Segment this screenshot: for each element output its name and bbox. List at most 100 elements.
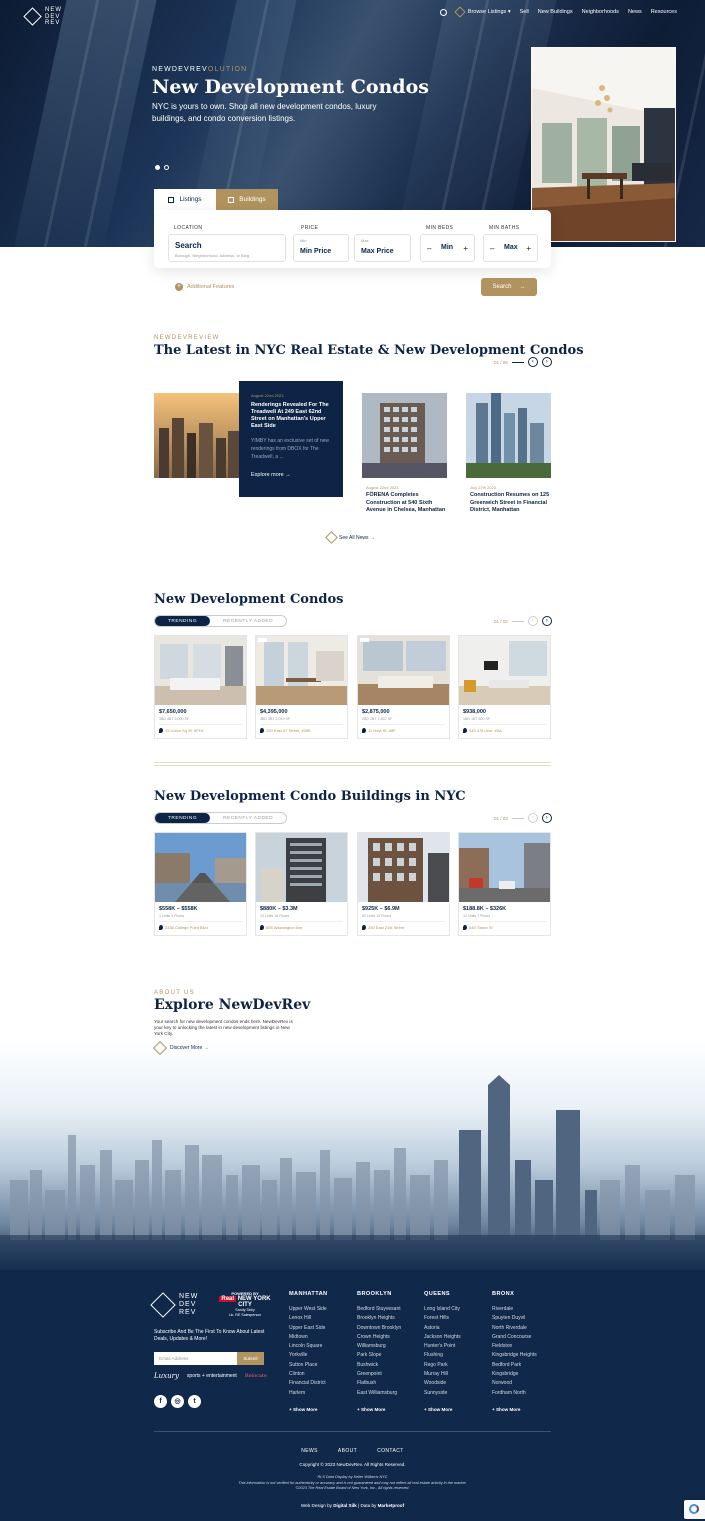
- twitter-icon[interactable]: t: [188, 1395, 201, 1408]
- additional-features-toggle[interactable]: + Additional Features: [175, 283, 234, 291]
- nav-item-neighborhoods[interactable]: Neighborhoods: [582, 9, 619, 15]
- slider-dot[interactable]: [164, 165, 169, 170]
- footer-link[interactable]: Harlem: [289, 1389, 354, 1398]
- building-card[interactable]: $188.8K – $326K 12 Units 7 Floors 840 Ti…: [458, 832, 551, 936]
- footer-link[interactable]: Greenpoint: [357, 1370, 422, 1379]
- max-price-field[interactable]: Max Max Price: [354, 234, 411, 262]
- footer-link[interactable]: Downtown Brooklyn: [357, 1324, 422, 1333]
- footer-link[interactable]: Kingsbridge: [492, 1370, 557, 1379]
- footer-link[interactable]: Flatbush: [357, 1379, 422, 1388]
- footer-nav-contact[interactable]: CONTACT: [377, 1448, 404, 1454]
- listing-card[interactable]: $7,650,000 3BD 4BT 3,000 SF 15 Union Sq …: [154, 635, 247, 739]
- toggle-trending[interactable]: TRENDING: [155, 813, 211, 823]
- plus-icon[interactable]: +: [463, 244, 468, 253]
- footer-link[interactable]: Crown Heights: [357, 1333, 422, 1342]
- next-arrow-icon[interactable]: ›: [541, 813, 552, 823]
- slider-dot[interactable]: [155, 165, 160, 170]
- footer-link[interactable]: Clinton: [289, 1370, 354, 1379]
- footer-link[interactable]: Long Island City: [424, 1305, 489, 1314]
- show-more-link[interactable]: + Show More: [357, 1407, 385, 1412]
- min-beds-stepper[interactable]: – Min +: [420, 234, 475, 262]
- location-search-field[interactable]: Search Borough, Neighborhood, Address, o…: [168, 234, 286, 262]
- footer-link[interactable]: Williamsburg: [357, 1342, 422, 1351]
- see-all-news-link[interactable]: See All News →: [325, 531, 375, 544]
- email-input[interactable]: Email Address: [154, 1352, 237, 1365]
- instagram-icon[interactable]: ◎: [171, 1395, 184, 1408]
- footer-nav-news[interactable]: NEWS: [301, 1448, 318, 1454]
- footer-link[interactable]: Bushwick: [357, 1361, 422, 1370]
- listing-card[interactable]: $938,000 1BD 1BT 600 SF 545 47th Ave, #3…: [458, 635, 551, 739]
- footer-link[interactable]: Lenox Hill: [289, 1314, 354, 1323]
- footer-link[interactable]: Spuyten Duyvil: [492, 1314, 557, 1323]
- building-card[interactable]: $925K – $6.9M 52 Units 14 Floors 250 Eas…: [357, 832, 450, 936]
- footer-link[interactable]: East Williamsburg: [357, 1389, 422, 1398]
- footer-link[interactable]: Woodside: [424, 1379, 489, 1388]
- next-arrow-icon[interactable]: ›: [541, 357, 552, 367]
- listing-card[interactable]: $2,875,000 2BD 2BT 1,452 SF 11 Hoyt St, …: [357, 635, 450, 739]
- news-image[interactable]: [466, 393, 551, 478]
- prev-arrow-icon[interactable]: ‹: [527, 357, 538, 367]
- nav-item-resources[interactable]: Resources: [651, 9, 677, 15]
- show-more-link[interactable]: + Show More: [289, 1407, 317, 1412]
- show-more-link[interactable]: + Show More: [492, 1407, 520, 1412]
- explore-more-link[interactable]: Explore more →: [251, 472, 331, 478]
- footer-link[interactable]: Bedford Stuyvesant: [357, 1305, 422, 1314]
- footer-link[interactable]: Upper West Side: [289, 1305, 354, 1314]
- footer-link[interactable]: Norwood: [492, 1379, 557, 1388]
- news-image[interactable]: [362, 393, 447, 478]
- site-logo[interactable]: NEW DEV REV: [23, 7, 62, 27]
- data-provider-link[interactable]: Marketproof: [378, 1503, 405, 1508]
- footer-link[interactable]: Lincoln Square: [289, 1342, 354, 1351]
- footer-link[interactable]: North Riverdale: [492, 1324, 557, 1333]
- footer-link[interactable]: Bedford Park: [492, 1361, 557, 1370]
- footer-link[interactable]: Hunter's Point: [424, 1342, 489, 1351]
- search-button[interactable]: Search →: [481, 278, 537, 296]
- nav-browse-listings[interactable]: Browse Listings ▾: [454, 6, 511, 18]
- building-card[interactable]: $558K – $558K 1 Units 3 Floors 2336 Coll…: [154, 832, 247, 936]
- tab-buildings[interactable]: Buildings: [216, 189, 278, 210]
- footer-logo[interactable]: NEW DEV REV: [150, 1292, 198, 1318]
- search-icon[interactable]: [439, 8, 447, 16]
- footer-link[interactable]: Park Slope: [357, 1351, 422, 1360]
- footer-link[interactable]: Sutton Place: [289, 1361, 354, 1370]
- footer-nav-about[interactable]: ABOUT: [338, 1448, 357, 1454]
- footer-link[interactable]: Brooklyn Heights: [357, 1314, 422, 1323]
- footer-link[interactable]: Kingsbridge Heights: [492, 1351, 557, 1360]
- footer-link[interactable]: Fieldston: [492, 1342, 557, 1351]
- prev-arrow-icon[interactable]: ‹: [527, 616, 538, 626]
- discover-more-link[interactable]: Discover More →: [152, 1040, 209, 1056]
- featured-news-card[interactable]: August 22nd 2023 Renderings Revealed For…: [239, 381, 343, 497]
- footer-link[interactable]: Forest Hills: [424, 1314, 489, 1323]
- designer-link[interactable]: Digital Silk: [333, 1503, 357, 1508]
- min-price-field[interactable]: Min Min Price: [293, 234, 349, 262]
- submit-button[interactable]: Submit: [237, 1352, 264, 1365]
- footer-link[interactable]: Midtown: [289, 1333, 354, 1342]
- next-arrow-icon[interactable]: ›: [541, 616, 552, 626]
- nav-item-news[interactable]: News: [628, 9, 642, 15]
- min-baths-stepper[interactable]: – Max +: [483, 234, 538, 262]
- minus-icon[interactable]: –: [490, 244, 494, 253]
- building-card[interactable]: $880K – $3.3M 14 Units 16 Floors 855 Was…: [255, 832, 348, 936]
- nav-item-new-buildings[interactable]: New Buildings: [538, 9, 573, 15]
- toggle-recently-added[interactable]: RECENTLY ADDED: [210, 813, 286, 823]
- nav-item-sell[interactable]: Sell: [520, 9, 529, 15]
- footer-link[interactable]: Sunnyside: [424, 1389, 489, 1398]
- recaptcha-badge[interactable]: [684, 1500, 705, 1519]
- news-image[interactable]: [154, 393, 239, 478]
- prev-arrow-icon[interactable]: ‹: [527, 813, 538, 823]
- footer-link[interactable]: Yorkville: [289, 1351, 354, 1360]
- footer-link[interactable]: Grand Concourse: [492, 1333, 557, 1342]
- footer-link[interactable]: Murray Hill: [424, 1370, 489, 1379]
- footer-link[interactable]: Astoria: [424, 1324, 489, 1333]
- facebook-icon[interactable]: f: [154, 1395, 167, 1408]
- footer-link[interactable]: Financial District: [289, 1379, 354, 1388]
- toggle-recently-added[interactable]: RECENTLY ADDED: [210, 616, 286, 626]
- show-more-link[interactable]: + Show More: [424, 1407, 452, 1412]
- tab-listings[interactable]: Listings: [154, 189, 216, 210]
- footer-link[interactable]: Flushing: [424, 1351, 489, 1360]
- listing-card[interactable]: $4,395,000 3BD 3BT 2,019 SF 250 East 57 …: [255, 635, 348, 739]
- minus-icon[interactable]: –: [427, 244, 431, 253]
- toggle-trending[interactable]: TRENDING: [155, 616, 211, 626]
- news-card[interactable]: July 27th 2023 Construction Resumes on 1…: [470, 485, 550, 515]
- footer-link[interactable]: Rego Park: [424, 1361, 489, 1370]
